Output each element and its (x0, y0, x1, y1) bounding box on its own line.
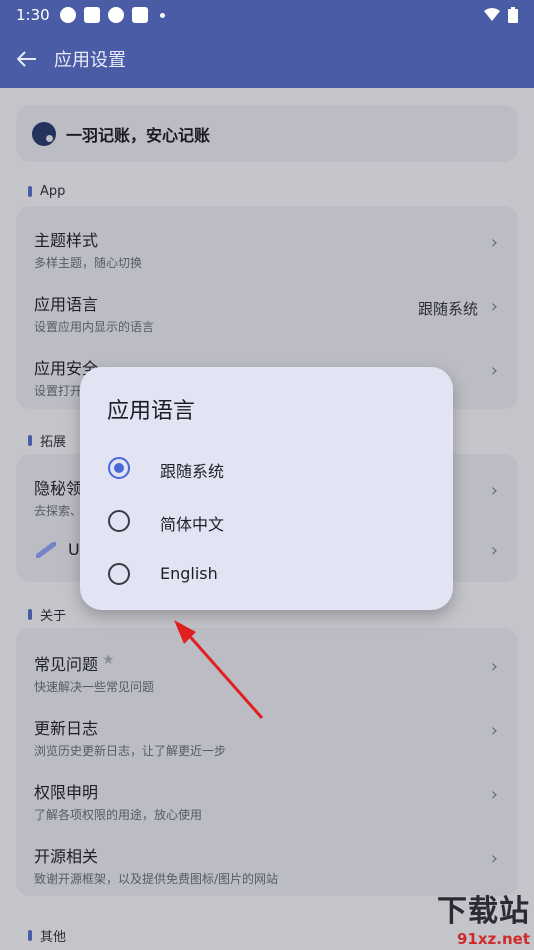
annotation-arrow-icon (174, 620, 264, 719)
watermark-logo: 下载站 91xz.net (437, 894, 530, 948)
